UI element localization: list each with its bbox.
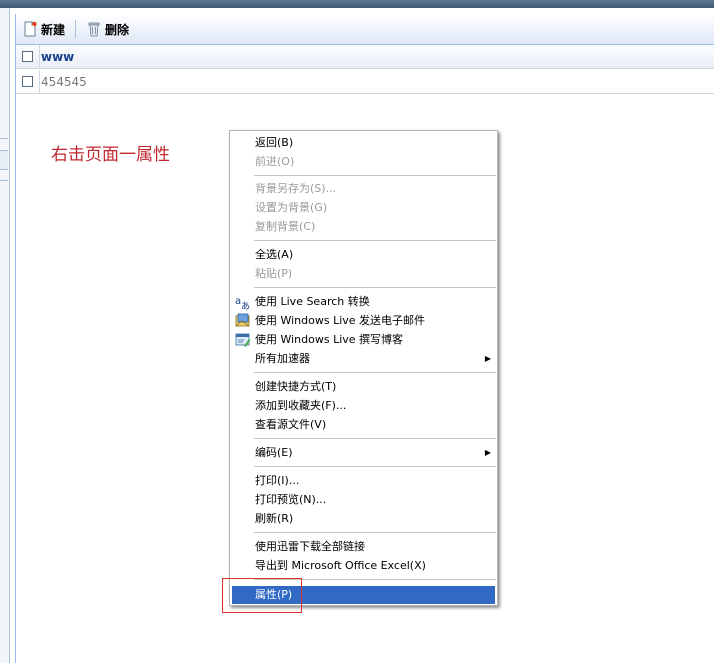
translate-icon: a あ	[235, 294, 251, 312]
menu-item-label: 使用迅雷下载全部链接	[255, 540, 365, 553]
menu-item-label: 编码(E)	[255, 446, 293, 459]
menu-item-label: 背景另存为(S)...	[255, 182, 337, 195]
menu-item-label: 所有加速器	[255, 352, 310, 365]
svg-text:あ: あ	[241, 301, 250, 310]
menu-item-live-blog[interactable]: 使用 Windows Live 撰写博客	[232, 331, 495, 349]
left-panel-section	[0, 8, 8, 139]
submenu-arrow-icon: ▶	[484, 448, 491, 457]
delete-button[interactable]: 删除	[80, 18, 135, 40]
menu-item-label: 复制背景(C)	[255, 220, 316, 233]
menu-item-live-search-translate[interactable]: a あ 使用 Live Search 转换	[232, 293, 495, 312]
email-icon	[235, 313, 251, 329]
menu-item-label: 设置为背景(G)	[255, 201, 328, 214]
menu-item-paste[interactable]: 粘贴(P)	[232, 265, 495, 283]
menu-item-label: 返回(B)	[255, 136, 294, 149]
menu-item-copy-background[interactable]: 复制背景(C)	[232, 218, 495, 236]
menu-item-forward[interactable]: 前进(O)	[232, 153, 495, 171]
left-panel-section	[0, 180, 8, 197]
window-top-bar	[0, 0, 714, 8]
toolbar: 新建 删除	[16, 14, 714, 45]
menu-item-label: 使用 Windows Live 撰写博客	[255, 333, 404, 346]
left-collapsed-panel	[0, 8, 10, 663]
menu-item-label: 导出到 Microsoft Office Excel(X)	[255, 559, 426, 572]
new-button[interactable]: 新建	[16, 18, 71, 40]
left-panel-header[interactable]	[0, 150, 8, 170]
menu-item-label: 全选(A)	[255, 248, 294, 261]
menu-separator	[254, 466, 496, 467]
select-all-checkbox[interactable]	[22, 51, 33, 62]
submenu-arrow-icon: ▶	[484, 354, 491, 363]
menu-item-create-shortcut[interactable]: 创建快捷方式(T)	[232, 378, 495, 396]
annotation-text: 右击页面一属性	[51, 145, 170, 165]
menu-item-label: 粘贴(P)	[255, 267, 293, 280]
menu-item-label: 打印预览(N)...	[255, 493, 327, 506]
menu-item-label: 打印(I)...	[255, 474, 300, 487]
row-checkbox[interactable]	[22, 76, 33, 87]
trash-icon	[86, 21, 102, 37]
menu-item-select-all[interactable]: 全选(A)	[232, 246, 495, 264]
menu-item-label: 刷新(R)	[255, 512, 294, 525]
menu-item-live-email[interactable]: 使用 Windows Live 发送电子邮件	[232, 312, 495, 330]
menu-item-add-favorites[interactable]: 添加到收藏夹(F)...	[232, 397, 495, 415]
menu-item-view-source[interactable]: 查看源文件(V)	[232, 416, 495, 434]
menu-separator	[254, 438, 496, 439]
menu-item-all-accelerators[interactable]: 所有加速器 ▶	[232, 350, 495, 368]
blog-icon	[235, 332, 251, 348]
menu-item-export-excel[interactable]: 导出到 Microsoft Office Excel(X)	[232, 557, 495, 575]
new-button-label: 新建	[41, 22, 66, 37]
menu-item-print-preview[interactable]: 打印预览(N)...	[232, 491, 495, 509]
column-divider	[39, 70, 40, 94]
grid-header-row: www	[16, 45, 714, 69]
menu-separator	[254, 287, 496, 288]
menu-item-set-background[interactable]: 设置为背景(G)	[232, 199, 495, 217]
menu-item-label: 前进(O)	[255, 155, 295, 168]
menu-separator	[254, 175, 496, 176]
menu-item-label: 使用 Windows Live 发送电子邮件	[255, 314, 426, 327]
annotation-highlight-box	[222, 578, 302, 613]
column-divider	[39, 45, 40, 69]
table-row[interactable]: 454545	[16, 70, 714, 94]
menu-item-encoding[interactable]: 编码(E) ▶	[232, 444, 495, 462]
toolbar-separator	[75, 20, 77, 38]
delete-button-label: 删除	[105, 22, 130, 37]
grid-cell: 454545	[41, 74, 87, 89]
new-document-icon	[22, 21, 38, 37]
grid-header-cell[interactable]: www	[41, 50, 74, 64]
menu-item-label: 使用 Live Search 转换	[255, 295, 370, 308]
menu-item-label: 添加到收藏夹(F)...	[255, 399, 347, 412]
menu-item-label: 创建快捷方式(T)	[255, 380, 337, 393]
context-menu: 返回(B) 前进(O) 背景另存为(S)... 设置为背景(G) 复制背景(C)…	[229, 130, 498, 606]
menu-item-print[interactable]: 打印(I)...	[232, 472, 495, 490]
menu-separator	[254, 532, 496, 533]
menu-separator	[254, 240, 496, 241]
menu-separator	[254, 372, 496, 373]
menu-item-refresh[interactable]: 刷新(R)	[232, 510, 495, 528]
menu-item-save-background[interactable]: 背景另存为(S)...	[232, 180, 495, 198]
menu-item-back[interactable]: 返回(B)	[232, 134, 495, 152]
menu-item-label: 查看源文件(V)	[255, 418, 327, 431]
menu-item-thunder-download[interactable]: 使用迅雷下载全部链接	[232, 538, 495, 556]
